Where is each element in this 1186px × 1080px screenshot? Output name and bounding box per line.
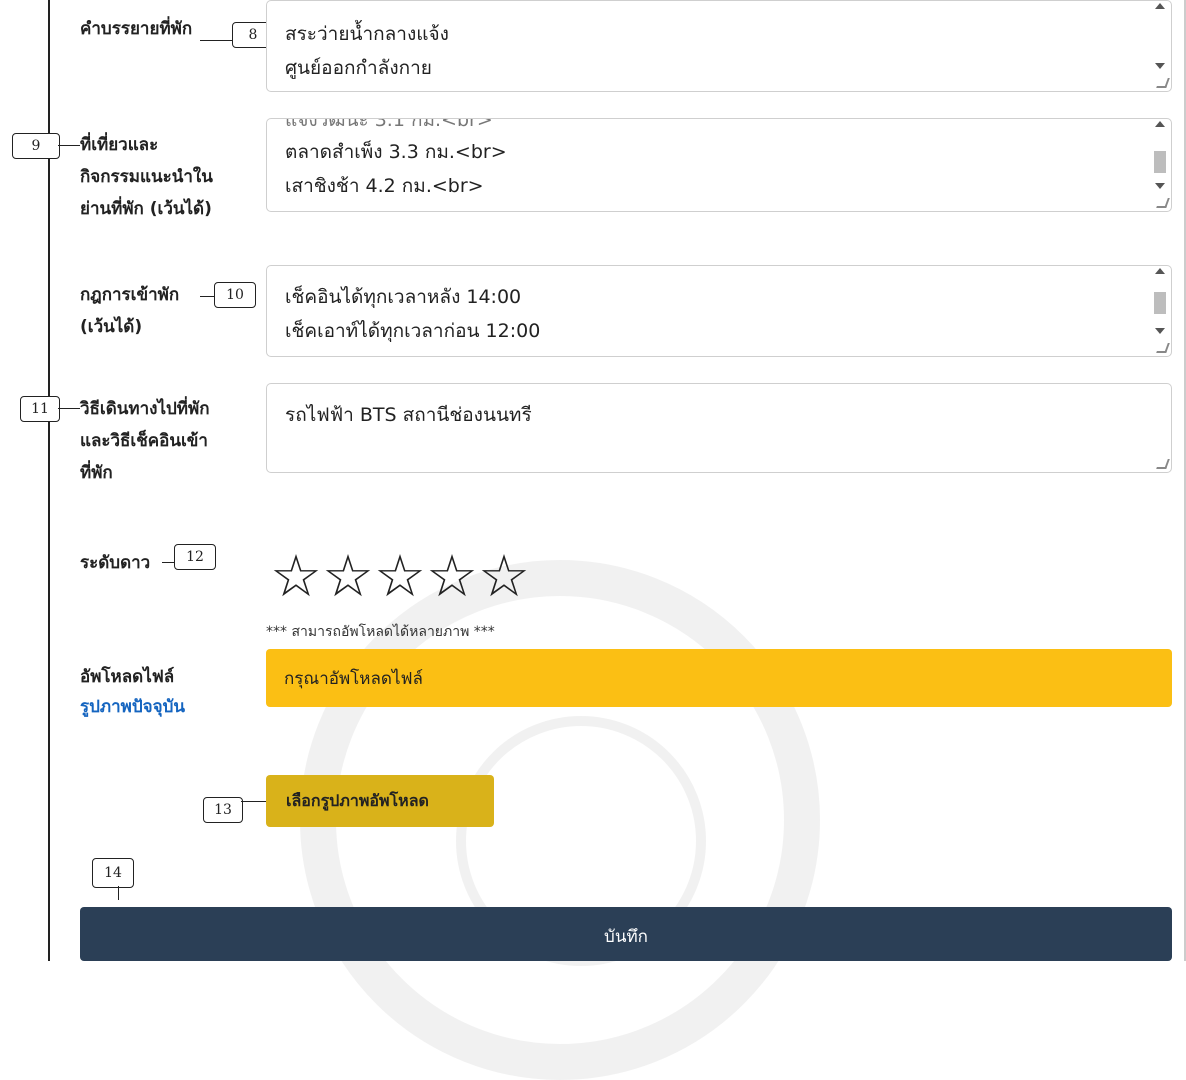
scroll-up-icon[interactable] [1155,268,1165,274]
resize-grip-icon[interactable] [1156,78,1170,88]
attractions-scrollbar[interactable] [1153,121,1167,195]
upload-placeholder: กรุณาอัพโหลดไฟล์ [284,669,423,689]
callout-13-pointer [241,801,266,802]
resize-grip-icon[interactable] [1156,198,1170,208]
directions-label-line-3: ที่พัก [80,463,113,483]
attractions-label-line-2: กิจกรรมแนะนำใน [80,167,213,187]
scroll-thumb[interactable] [1154,292,1166,314]
scroll-down-icon[interactable] [1155,63,1165,69]
file-upload-field[interactable]: กรุณาอัพโหลดไฟล์ [266,649,1172,707]
description-line-1: สระว่ายน้ำกลางแจ้ง [285,23,449,45]
upload-label: อัพโหลดไฟล์ [80,667,175,687]
directions-textarea[interactable]: รถไฟฟ้า BTS สถานีช่องนนทรี [266,383,1172,473]
choose-image-label: เลือกรูปภาพอัพโหลด [286,791,429,810]
current-image-link[interactable]: รูปภาพปัจจุบัน [80,692,185,722]
rules-textarea[interactable]: เช็คอินได้ทุกเวลาหลัง 14:00 เช็คเอาท์ได้… [266,265,1172,357]
save-button[interactable]: บันทึก [80,907,1172,961]
resize-grip-icon[interactable] [1156,343,1170,353]
description-line-2: ศูนย์ออกกำลังกาย [285,57,432,79]
stars-label: ระดับดาว [80,553,151,573]
description-textarea[interactable]: สระว่ายน้ำกลางแจ้ง ศูนย์ออกกำลังกาย [266,0,1172,92]
rules-line-2: เช็คเอาท์ได้ทุกเวลาก่อน 12:00 [285,320,541,342]
upload-note: *** สามารถอัพโหลดได้หลายภาพ *** [266,624,495,640]
attractions-line-2: เสาชิงช้า 4.2 กม.<br> [285,175,484,197]
resize-grip-icon[interactable] [1156,459,1170,469]
callout-8-pointer [200,40,232,41]
scroll-down-icon[interactable] [1155,183,1165,189]
description-label: คำบรรยายที่พัก [80,19,193,39]
scroll-down-icon[interactable] [1155,328,1165,334]
choose-image-button[interactable]: เลือกรูปภาพอัพโหลด [266,775,494,827]
callout-13: 13 [203,797,243,823]
scroll-up-icon[interactable] [1155,121,1165,127]
rules-line-1: เช็คอินได้ทุกเวลาหลัง 14:00 [285,286,522,308]
rules-scrollbar[interactable] [1153,268,1167,340]
callout-14-pointer [118,886,119,900]
callout-11: 11 [20,396,60,422]
star-rating[interactable]: ☆☆☆☆☆ [270,544,530,608]
attractions-label-line-1: ที่เที่ยวและ [80,135,159,155]
callout-11-pointer [58,408,80,409]
save-label: บันทึก [604,927,648,947]
directions-label-line-2: และวิธีเช็คอินเข้า [80,431,208,451]
scroll-up-icon[interactable] [1155,3,1165,9]
attractions-line-1: ตลาดสำเพ็ง 3.3 กม.<br> [285,141,507,163]
rules-label-line-1: กฎการเข้าพัก [80,285,180,305]
attractions-partial-line: แจ้งวัฒนะ 3.1 กม.<br> [285,118,493,131]
callout-9-pointer [58,145,80,146]
description-scrollbar[interactable] [1153,3,1167,75]
directions-line-1: รถไฟฟ้า BTS สถานีช่องนนทรี [285,404,532,426]
callout-10: 10 [214,282,256,308]
attractions-label-line-3: ย่านที่พัก (เว้นได้) [80,199,212,219]
attractions-textarea[interactable]: แจ้งวัฒนะ 3.1 กม.<br> ตลาดสำเพ็ง 3.3 กม.… [266,118,1172,212]
callout-14: 14 [92,858,134,888]
callout-12: 12 [174,544,216,570]
callout-9: 9 [12,133,60,159]
scroll-thumb[interactable] [1154,151,1166,173]
directions-label-line-1: วิธีเดินทางไปที่พัก [80,399,210,419]
rules-label-line-2: (เว้นได้) [80,317,143,337]
